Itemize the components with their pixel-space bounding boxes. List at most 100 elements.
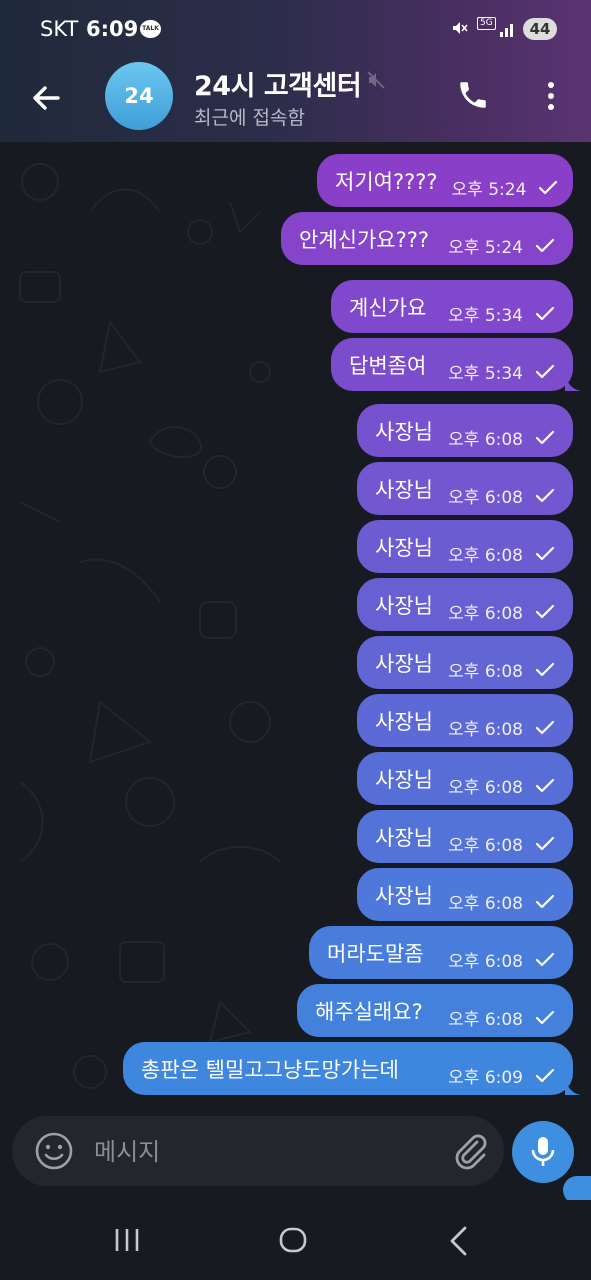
outgoing-message[interactable]: 사장님 오후 6:08 <box>357 462 573 515</box>
outgoing-message[interactable]: 머라도말좀 오후 6:08 <box>309 926 573 979</box>
system-nav-bar <box>0 1200 591 1280</box>
message-text: 안계신가요??? <box>299 227 430 252</box>
sent-check-icon <box>535 546 555 560</box>
message-meta: 오후 5:24 <box>438 175 559 200</box>
sent-check-icon <box>535 836 555 850</box>
kakaotalk-notification-icon: TALK <box>140 20 161 38</box>
sent-check-icon <box>539 180 558 194</box>
message-meta: 오후 6:08 <box>434 541 555 566</box>
message-time: 오후 5:34 <box>448 364 523 384</box>
message-input[interactable] <box>92 1131 416 1173</box>
sent-check-icon <box>535 720 555 734</box>
chat-header: 24 24시 고객센터 최근에 접속함 <box>0 58 591 142</box>
outgoing-message[interactable]: 안계신가요??? 오후 5:24 <box>281 212 573 265</box>
message-meta: 오후 6:08 <box>434 947 555 972</box>
sent-check-icon <box>535 364 555 378</box>
network-5g-icon: 5G <box>477 17 496 30</box>
bubble-tail <box>565 1079 581 1095</box>
voice-record-button[interactable] <box>512 1121 574 1183</box>
message-meta: 오후 6:08 <box>434 773 555 798</box>
message-time: 오후 6:08 <box>448 894 523 914</box>
message-text: 사장님 <box>375 419 433 444</box>
battery-icon: 44 <box>523 18 557 40</box>
message-meta: 오후 6:08 <box>434 483 555 508</box>
sent-check-icon <box>535 604 555 618</box>
recents-button[interactable] <box>114 1228 140 1252</box>
message-meta: 오후 6:08 <box>434 657 555 682</box>
composer <box>12 1116 504 1186</box>
message-meta: 오후 6:08 <box>434 889 555 914</box>
message-time: 오후 6:08 <box>448 546 523 566</box>
sent-check-icon <box>535 238 555 252</box>
phone-icon <box>460 82 486 108</box>
more-vertical-icon <box>548 82 554 110</box>
outgoing-message[interactable]: 사장님 오후 6:08 <box>357 578 573 631</box>
chat-title[interactable]: 24시 고객센터 <box>194 64 362 103</box>
message-text: 사장님 <box>375 651 433 676</box>
microphone-icon <box>531 1137 555 1166</box>
more-menu-button[interactable] <box>540 80 562 112</box>
sent-check-icon <box>535 1010 555 1024</box>
sent-check-icon <box>535 952 555 966</box>
message-meta: 오후 6:08 <box>434 831 555 856</box>
system-back-button[interactable] <box>448 1226 470 1256</box>
outgoing-message[interactable]: 답변좀여 오후 5:34 <box>331 338 581 391</box>
signal-icon <box>499 20 517 38</box>
message-text: 머라도말좀 <box>327 941 424 966</box>
sent-check-icon <box>535 778 555 792</box>
mute-status-icon <box>451 19 469 42</box>
message-meta: 오후 5:24 <box>434 233 555 258</box>
outgoing-message[interactable]: 사장님 오후 6:08 <box>357 868 573 921</box>
chat-avatar[interactable]: 24 <box>105 62 173 130</box>
message-time: 오후 6:08 <box>448 430 523 450</box>
message-time: 오후 6:08 <box>448 488 523 508</box>
outgoing-message[interactable]: 사장님 오후 6:08 <box>357 752 573 805</box>
outgoing-message[interactable]: 사장님 오후 6:08 <box>357 810 573 863</box>
message-text: 사장님 <box>375 477 433 502</box>
message-meta: 오후 5:34 <box>434 359 555 384</box>
paperclip-icon <box>455 1134 487 1170</box>
message-text: 사장님 <box>375 535 433 560</box>
outgoing-message[interactable]: 계신가요 오후 5:34 <box>331 280 573 333</box>
message-text: 사장님 <box>375 767 433 792</box>
outgoing-message[interactable]: 사장님 오후 6:08 <box>357 636 573 689</box>
sent-check-icon <box>535 894 555 908</box>
message-time: 오후 5:24 <box>451 180 527 200</box>
message-time: 오후 6:08 <box>448 836 523 856</box>
message-meta: 오후 6:08 <box>434 1005 555 1030</box>
outgoing-message[interactable]: 저기여???? 오후 5:24 <box>317 154 573 207</box>
outgoing-message[interactable]: 해주실래요? 오후 6:08 <box>297 984 573 1037</box>
attach-button[interactable] <box>452 1132 488 1170</box>
outgoing-message[interactable]: 사장님 오후 6:08 <box>357 520 573 573</box>
clock: 6:09 <box>86 17 139 41</box>
top-bar: SKT 6:09 TALK 5G 44 24 24시 고객센터 최근에 접속함 <box>0 0 591 142</box>
message-time: 오후 6:08 <box>448 720 523 740</box>
message-meta: 오후 5:34 <box>434 301 555 326</box>
message-list[interactable]: 저기여???? 오후 5:24 안계신가요??? 오후 5:24 계신가요 오후 5:34… <box>0 142 591 1117</box>
message-time: 오후 5:24 <box>448 238 523 258</box>
message-time: 오후 5:34 <box>448 306 523 326</box>
back-button[interactable] <box>28 80 64 116</box>
message-time: 오후 6:08 <box>448 778 523 798</box>
message-text: 사장님 <box>375 883 433 908</box>
outgoing-message[interactable]: 총판은 텔밀고그냥도망가는데 오후 6:09 <box>123 1042 581 1095</box>
outgoing-message[interactable]: 사장님 오후 6:08 <box>357 694 573 747</box>
outgoing-message[interactable]: 사장님 오후 6:08 <box>357 404 573 457</box>
emoji-button[interactable] <box>34 1131 74 1171</box>
call-button[interactable] <box>456 78 490 112</box>
muted-speaker-icon <box>366 70 386 90</box>
arrow-left-icon <box>33 86 60 110</box>
last-seen-status: 최근에 접속함 <box>194 107 305 129</box>
message-text: 사장님 <box>375 709 433 734</box>
message-text: 사장님 <box>375 825 433 850</box>
home-icon <box>279 1227 307 1253</box>
message-time: 오후 6:08 <box>448 662 523 682</box>
message-time: 오후 6:08 <box>448 604 523 624</box>
status-bar: SKT 6:09 TALK 5G 44 <box>0 0 591 58</box>
message-time: 오후 6:08 <box>448 952 523 972</box>
message-meta: 오후 6:08 <box>434 599 555 624</box>
sent-check-icon <box>535 430 555 444</box>
home-button[interactable] <box>279 1227 307 1253</box>
message-time: 오후 6:08 <box>448 1010 523 1030</box>
recents-icon <box>115 1229 139 1251</box>
